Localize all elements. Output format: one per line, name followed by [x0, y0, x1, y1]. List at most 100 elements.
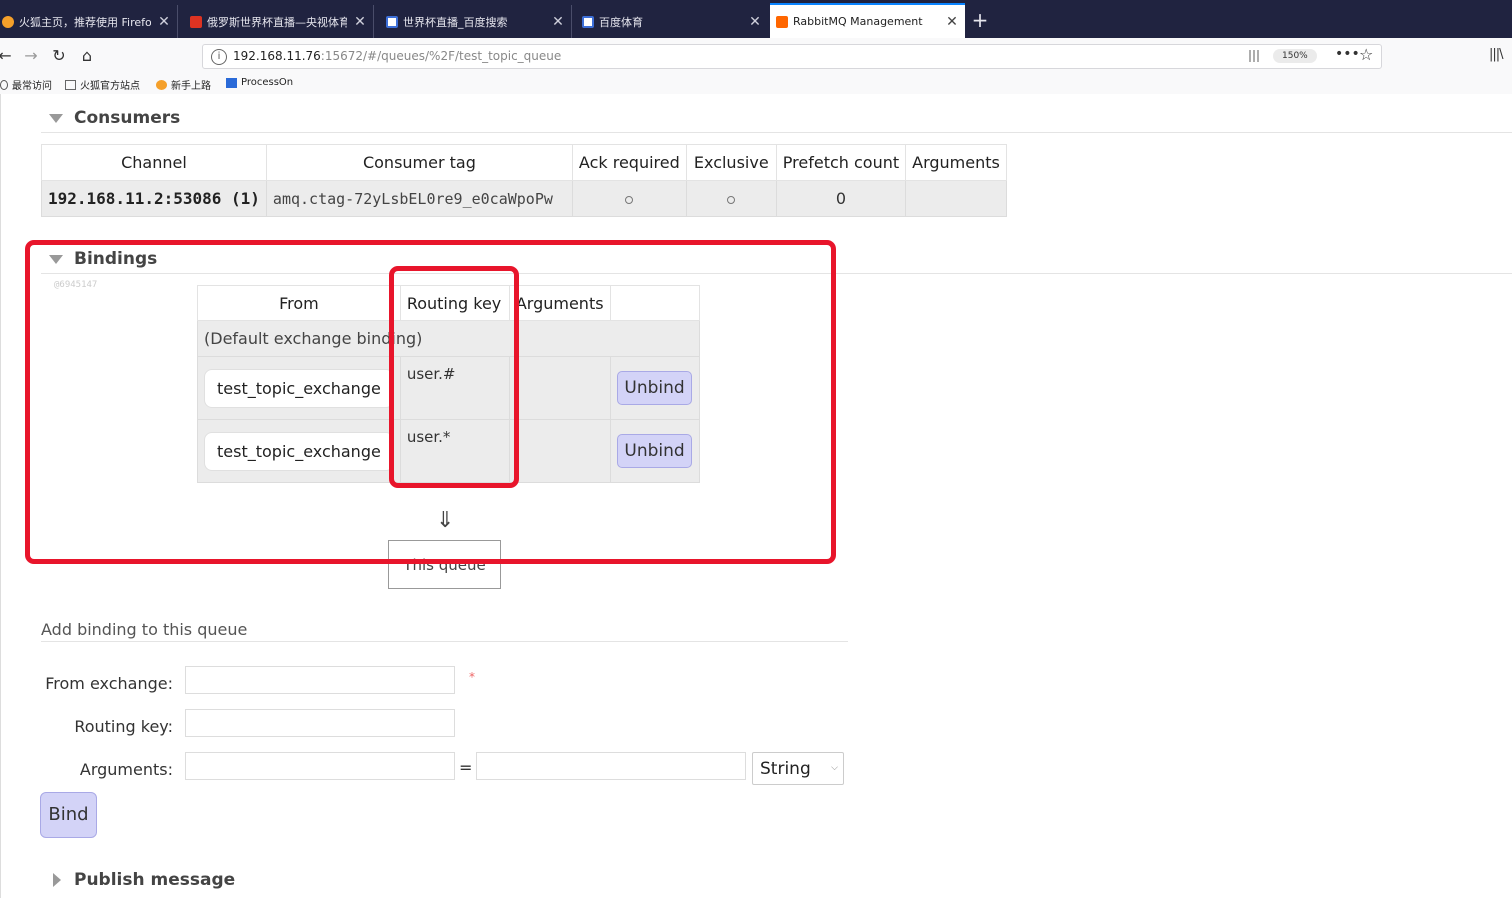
col-consumer-tag: Consumer tag: [265, 144, 573, 181]
consumer-tag: amq.ctag-72yLsbEL0re9_e0caWpoPw: [265, 180, 573, 217]
page-actions-icon[interactable]: •••: [1335, 46, 1360, 62]
col-channel: Channel: [41, 144, 267, 181]
tab-baidu-sports[interactable]: 百度体育 ✕: [576, 5, 768, 38]
cctv-icon: [190, 15, 202, 28]
back-arrow-icon[interactable]: ←: [0, 45, 16, 67]
down-arrow-icon: ⇓: [436, 508, 455, 533]
from-cell: test_topic_exchange: [197, 419, 401, 483]
url-text[interactable]: 192.168.11.76:15672/#/queues/%2F/test_to…: [233, 49, 561, 63]
folder-icon: [65, 79, 76, 90]
section-divider: [41, 132, 1512, 133]
address-bar[interactable]: i 192.168.11.76:15672/#/queues/%2F/test_…: [202, 44, 1382, 69]
col-arguments: Arguments: [508, 285, 611, 321]
queue-detail-page: Consumers Channel Consumer tag Ack requi…: [0, 94, 1512, 898]
close-tab-icon[interactable]: ✕: [748, 14, 762, 30]
chevron-down-icon: ⌵: [831, 763, 838, 773]
firefox-icon: [2, 15, 14, 28]
unbind-button[interactable]: Unbind: [617, 371, 692, 405]
bookmark-firefox-site[interactable]: 火狐官方站点: [65, 77, 140, 92]
consumers-section-toggle[interactable]: Consumers: [49, 108, 180, 128]
bookmark-processon[interactable]: ProcessOn: [226, 77, 293, 88]
from-cell: test_topic_exchange: [197, 356, 401, 420]
empty-circle-icon: [727, 196, 736, 204]
bookmark-star-icon[interactable]: ☆: [1359, 45, 1373, 64]
arguments-cell: [508, 356, 611, 420]
bindings-section-toggle[interactable]: Bindings: [49, 249, 157, 269]
section-divider: [41, 641, 848, 642]
baidu-icon: [582, 15, 594, 28]
action-cell: Unbind: [609, 356, 700, 420]
rabbitmq-icon: [776, 15, 788, 28]
section-divider: [41, 273, 1512, 274]
col-routing-key: Routing key: [399, 285, 510, 321]
from-exchange-label: From exchange:: [45, 674, 173, 693]
ack-required-cell: [571, 180, 687, 217]
col-arguments: Arguments: [905, 144, 1007, 181]
expand-triangle-icon: [53, 873, 61, 887]
routing-key: user.#: [399, 356, 510, 420]
collapse-triangle-icon: [49, 254, 63, 264]
prefetch-count: 0: [775, 180, 907, 217]
routing-key-label: Routing key:: [74, 717, 173, 736]
tab-rabbitmq[interactable]: RabbitMQ Management ✕: [770, 3, 965, 38]
bookmark-most-visited[interactable]: 最常访问: [0, 77, 52, 92]
action-cell: Unbind: [609, 419, 700, 483]
this-queue-box: This queue: [388, 540, 501, 589]
tab-firefox-home[interactable]: 火狐主页，推荐使用 Firefox ✕: [0, 5, 178, 38]
table-row: test_topic_exchange user.* Unbind: [197, 419, 700, 483]
tab-baidu-search[interactable]: 世界杯直播_百度搜索 ✕: [380, 5, 572, 38]
arguments-label: Arguments:: [79, 760, 173, 779]
publish-message-section-toggle[interactable]: Publish message: [53, 870, 235, 890]
bookmarks-toolbar: 最常访问 火狐官方站点 新手上路 ProcessOn: [0, 74, 1512, 94]
forward-arrow-icon[interactable]: →: [20, 45, 42, 67]
default-exchange-binding: (Default exchange binding): [197, 320, 700, 357]
col-from: From: [197, 285, 401, 321]
info-icon[interactable]: i: [211, 49, 227, 65]
argument-key-input[interactable]: [185, 752, 455, 780]
routing-key-input[interactable]: [185, 709, 455, 737]
arguments-cell: [508, 419, 611, 483]
bindings-table: From Routing key Arguments (Default exch…: [197, 285, 700, 483]
exclusive-cell: [685, 180, 777, 217]
col-exclusive: Exclusive: [685, 144, 777, 181]
zoom-level[interactable]: 150%: [1273, 49, 1317, 63]
table-row: (Default exchange binding): [197, 320, 700, 357]
tab-cctv[interactable]: 俄罗斯世界杯直播—央视体育 ✕: [184, 5, 374, 38]
channel-link[interactable]: 192.168.11.2:53086 (1): [41, 180, 267, 217]
argument-value-input[interactable]: [476, 752, 746, 780]
browser-tab-bar: 火狐主页，推荐使用 Firefox ✕ 俄罗斯世界杯直播—央视体育 ✕ 世界杯直…: [0, 0, 1512, 38]
table-row: test_topic_exchange user.# Unbind: [197, 356, 700, 420]
firefox-icon: [156, 79, 167, 90]
consumers-table: Channel Consumer tag Ack required Exclus…: [41, 144, 1007, 217]
required-marker: *: [469, 670, 475, 684]
exchange-link[interactable]: test_topic_exchange: [204, 368, 394, 408]
home-icon[interactable]: ⌂: [76, 45, 98, 67]
bookmark-getting-started[interactable]: 新手上路: [156, 77, 211, 92]
qr-code-icon[interactable]: [1249, 50, 1261, 62]
watermark-text: @6945147: [54, 280, 98, 290]
col-ack-required: Ack required: [571, 144, 687, 181]
from-exchange-input[interactable]: [185, 666, 455, 694]
empty-circle-icon: [625, 196, 634, 204]
baidu-icon: [386, 15, 398, 28]
col-prefetch-count: Prefetch count: [775, 144, 907, 181]
reload-icon[interactable]: ↻: [48, 45, 70, 67]
col-action: [609, 285, 700, 321]
close-tab-icon[interactable]: ✕: [551, 14, 565, 30]
add-binding-heading: Add binding to this queue: [41, 620, 248, 639]
equals-sign: =: [459, 758, 473, 777]
table-row: 192.168.11.2:53086 (1) amq.ctag-72yLsbEL…: [41, 180, 1007, 217]
processon-icon: [226, 77, 237, 88]
exchange-link[interactable]: test_topic_exchange: [204, 431, 394, 471]
library-icon[interactable]: |||\: [1489, 47, 1503, 62]
unbind-button[interactable]: Unbind: [617, 434, 692, 468]
argument-type-select[interactable]: String ⌵: [752, 752, 844, 785]
close-tab-icon[interactable]: ✕: [353, 14, 367, 30]
bind-button[interactable]: Bind: [40, 792, 97, 838]
close-tab-icon[interactable]: ✕: [945, 14, 959, 30]
routing-key: user.*: [399, 419, 510, 483]
gear-icon: [0, 79, 8, 90]
close-tab-icon[interactable]: ✕: [157, 14, 171, 30]
new-tab-plus-icon[interactable]: +: [970, 8, 990, 32]
arguments-cell: [905, 180, 1007, 217]
